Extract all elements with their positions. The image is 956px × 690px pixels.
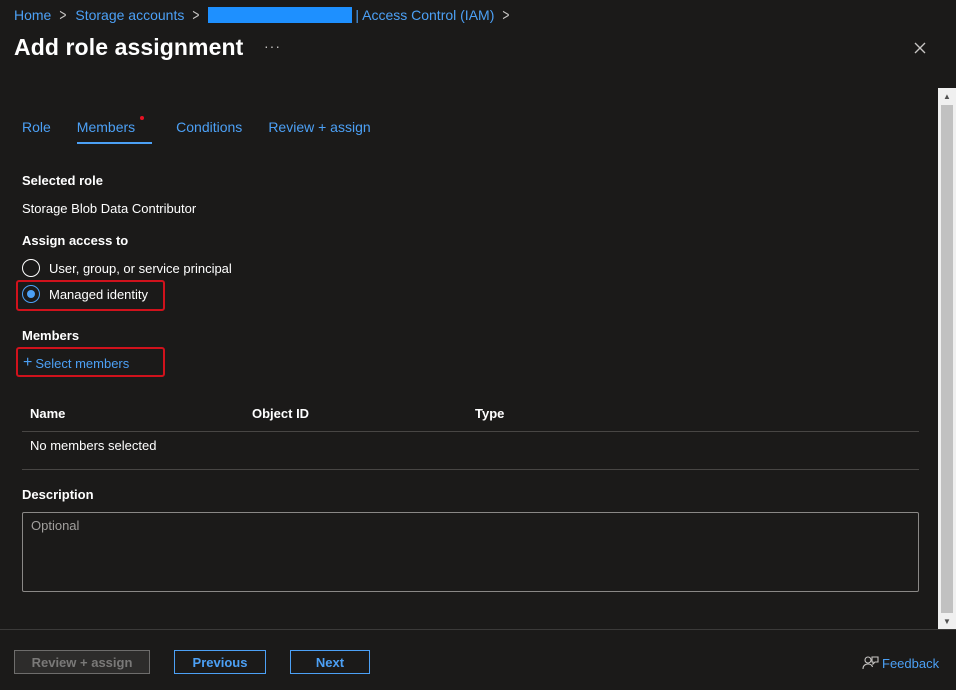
chevron-right-icon: > [59, 5, 67, 25]
breadcrumb: Home > Storage accounts > | Access Contr… [14, 5, 518, 25]
highlight-box-select-members [16, 347, 165, 377]
table-row: No members selected [22, 432, 919, 470]
close-button[interactable] [910, 38, 930, 58]
radio-button-unchecked[interactable] [22, 259, 40, 277]
highlight-box-managed-identity [16, 280, 165, 311]
page-title: Add role assignment [14, 34, 244, 60]
radio-user-group-principal-label: User, group, or service principal [49, 260, 232, 276]
breadcrumb-access-control[interactable]: | Access Control (IAM) [355, 7, 494, 23]
wizard-tabs: Role Members Conditions Review + assign [22, 116, 371, 144]
column-header-type: Type [475, 406, 505, 421]
footer-divider [0, 629, 956, 630]
assign-access-label: Assign access to [22, 233, 129, 248]
review-assign-button[interactable]: Review + assign [14, 650, 150, 674]
tab-review-assign-label: Review + assign [268, 119, 371, 135]
selected-role-label: Selected role [22, 173, 103, 188]
empty-members-text: No members selected [30, 438, 157, 453]
description-label: Description [22, 487, 94, 502]
tab-role-label: Role [22, 119, 51, 135]
chevron-right-icon: > [192, 5, 200, 25]
members-label: Members [22, 328, 80, 343]
previous-button[interactable]: Previous [174, 650, 266, 674]
tab-conditions-label: Conditions [176, 119, 243, 135]
members-table-header: Name Object ID Type [22, 398, 919, 432]
tab-members-label: Members [76, 119, 136, 135]
tab-conditions[interactable]: Conditions [176, 119, 242, 144]
selected-role-value: Storage Blob Data Contributor [22, 201, 197, 216]
column-header-name: Name [30, 406, 66, 421]
radio-user-group-principal[interactable]: User, group, or service principal [22, 258, 232, 278]
close-icon [914, 42, 926, 54]
more-options-icon[interactable]: ··· [264, 38, 281, 54]
feedback-link[interactable]: Feedback [862, 655, 939, 671]
breadcrumb-storage-accounts[interactable]: Storage accounts [75, 7, 184, 23]
tab-members[interactable]: Members [76, 116, 153, 144]
tab-role[interactable]: Role [22, 119, 51, 144]
description-input[interactable] [22, 512, 919, 592]
feedback-label: Feedback [882, 655, 940, 671]
breadcrumb-home[interactable]: Home [14, 7, 51, 23]
scrollbar-thumb[interactable] [941, 105, 953, 613]
vertical-scrollbar[interactable]: ▲ ▼ [938, 88, 956, 629]
scroll-down-icon[interactable]: ▼ [938, 613, 956, 629]
column-header-object-id: Object ID [252, 406, 310, 421]
scroll-up-icon[interactable]: ▲ [938, 88, 956, 104]
chevron-right-icon: > [502, 5, 510, 25]
feedback-icon [862, 656, 879, 670]
next-button[interactable]: Next [290, 650, 370, 674]
required-indicator-icon [140, 116, 145, 120]
tab-review-assign[interactable]: Review + assign [268, 119, 370, 144]
redacted-resource-name [208, 7, 353, 23]
